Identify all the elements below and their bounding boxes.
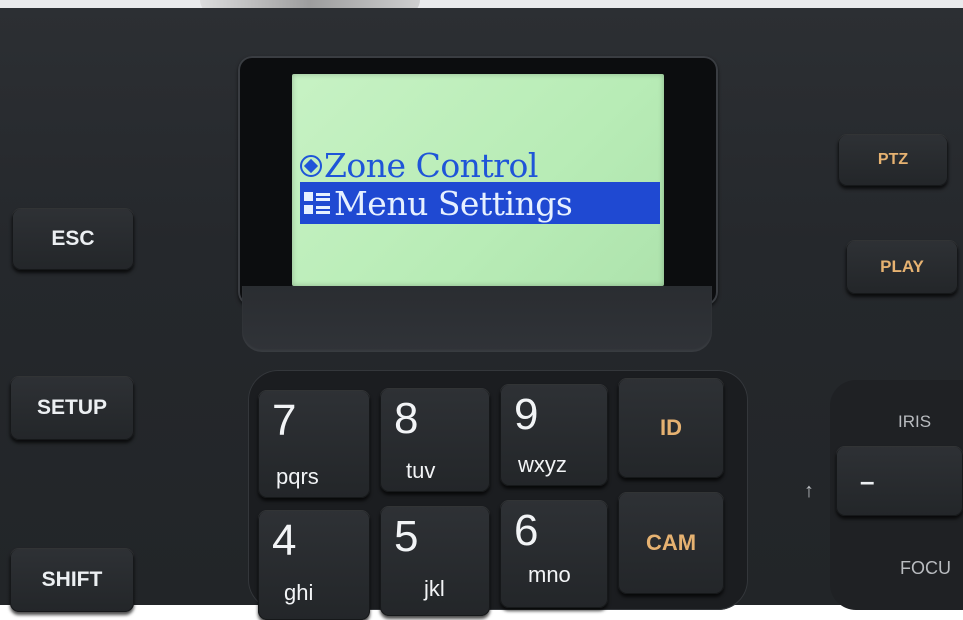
esc-label: ESC: [51, 227, 95, 250]
id-label: ID: [660, 415, 682, 440]
key-5[interactable]: 5 jkl: [380, 506, 490, 616]
key-4[interactable]: 4 ghi: [258, 510, 370, 620]
menu-grid-icon: [304, 190, 330, 216]
id-button[interactable]: ID: [618, 378, 724, 478]
menu-item-zone-control[interactable]: Zone Control: [300, 146, 538, 185]
key-letters: pqrs: [276, 464, 319, 489]
key-digit: 9: [514, 390, 539, 439]
setup-button[interactable]: SETUP: [10, 376, 134, 440]
cam-label: CAM: [645, 530, 697, 555]
minus-label: –: [860, 465, 875, 496]
menu-item-label: Zone Control: [324, 146, 538, 185]
focus-label: FOCU: [900, 558, 951, 578]
key-letters: jkl: [424, 576, 445, 601]
key-7[interactable]: 7 pqrs: [258, 390, 370, 498]
esc-button[interactable]: ESC: [12, 208, 134, 270]
lcd-screen: Zone Control Menu Settings: [292, 74, 664, 286]
lcd-bezel-lip: [242, 286, 712, 352]
radio-selected-icon: [300, 154, 322, 177]
key-digit: 6: [514, 506, 539, 555]
ptz-button[interactable]: PTZ: [838, 134, 948, 186]
key-letters: wxyz: [518, 452, 567, 477]
play-label: PLAY: [880, 257, 924, 276]
key-letters: tuv: [406, 458, 436, 483]
key-8[interactable]: 8 tuv: [380, 388, 490, 492]
key-digit: 4: [272, 516, 297, 565]
play-button[interactable]: PLAY: [846, 240, 958, 294]
key-letters: ghi: [284, 580, 314, 605]
key-digit: 8: [394, 394, 419, 443]
key-9[interactable]: 9 wxyz: [500, 384, 608, 486]
cam-button[interactable]: CAM: [618, 492, 724, 594]
iris-label: IRIS: [898, 412, 932, 431]
arrow-up-icon: ↑: [804, 480, 814, 502]
menu-item-menu-settings[interactable]: Menu Settings: [300, 182, 660, 224]
key-digit: 7: [272, 396, 297, 445]
key-digit: 5: [394, 512, 419, 561]
iris-minus-button[interactable]: –: [836, 446, 963, 516]
ptz-label: PTZ: [877, 151, 909, 168]
key-6[interactable]: 6 mno: [500, 500, 608, 608]
menu-item-label: Menu Settings: [334, 183, 573, 223]
shift-button[interactable]: SHIFT: [10, 548, 134, 612]
key-letters: mno: [528, 562, 571, 587]
shift-label: SHIFT: [41, 568, 103, 591]
setup-label: SETUP: [36, 396, 107, 419]
